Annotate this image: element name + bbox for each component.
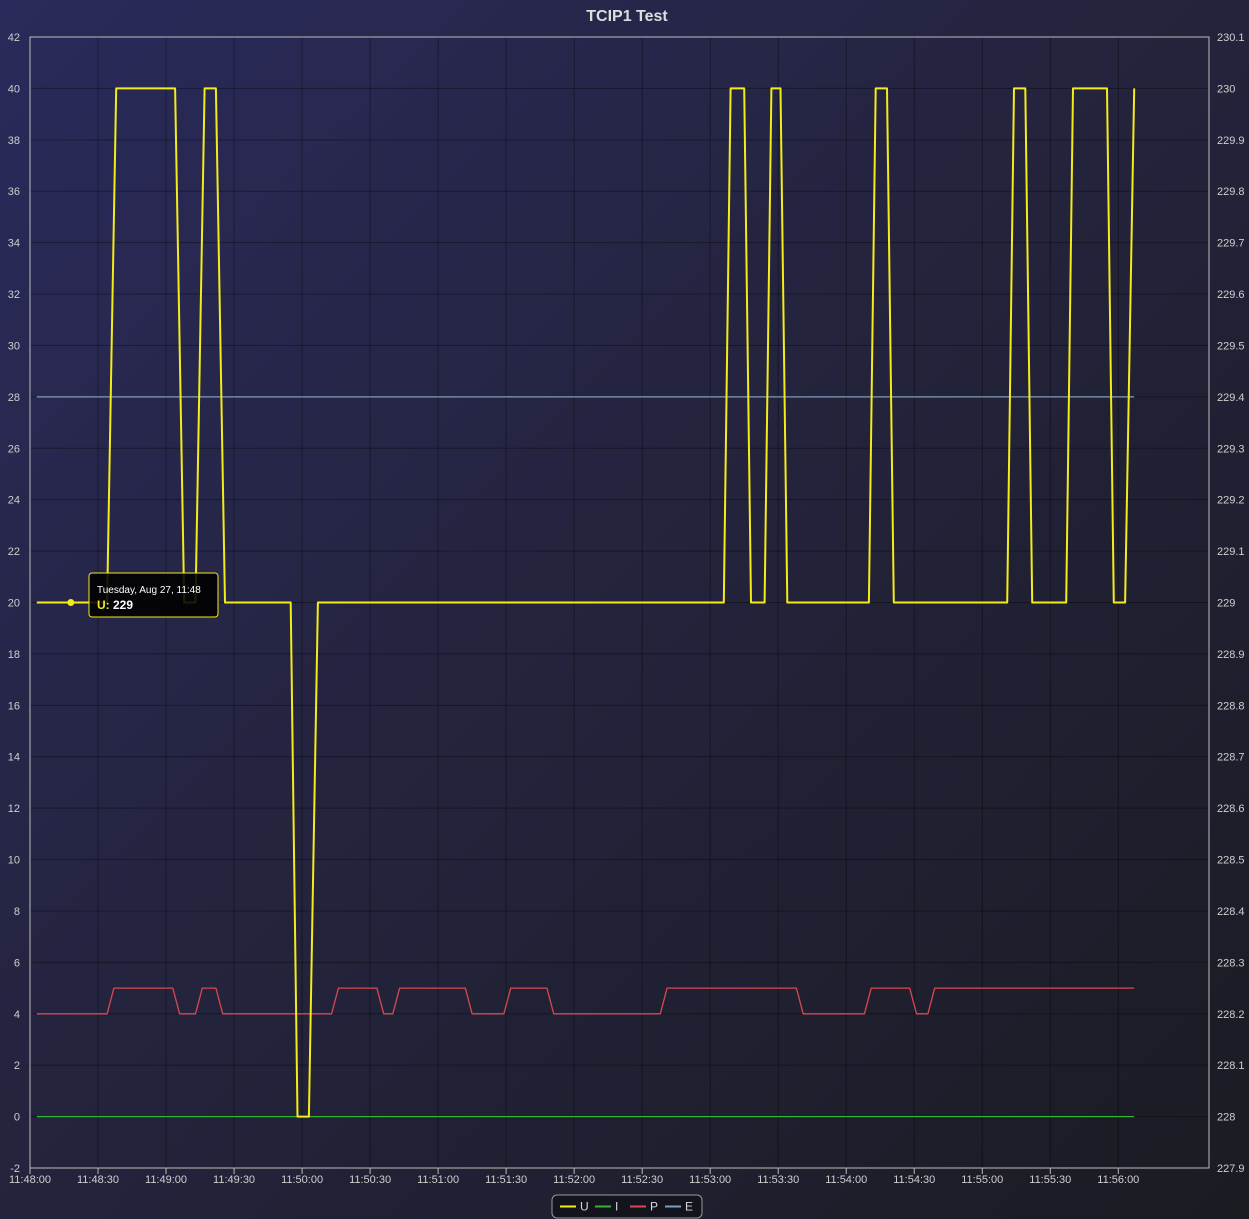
tooltip-series-value: U: 229: [97, 598, 133, 612]
x-tick-label: 11:51:00: [417, 1174, 459, 1186]
y-left-tick-label: 4: [14, 1009, 20, 1021]
legend-label: I: [615, 1200, 618, 1214]
y-right-tick-label: 229.4: [1217, 392, 1245, 404]
tooltip-date: Tuesday, Aug 27, 11:48: [97, 585, 201, 596]
y-right-tick-label: 229.2: [1217, 495, 1245, 507]
y-left-tick-label: 36: [8, 186, 20, 198]
y-left-tick-label: 30: [8, 340, 20, 352]
line-chart: TCIP1 Test -2024681012141618202224262830…: [8, 8, 1245, 1219]
y-right-tick-label: 229.3: [1217, 443, 1245, 455]
x-tick-label: 11:50:00: [281, 1174, 323, 1186]
y-right-tick-label: 229.8: [1217, 186, 1245, 198]
y-left-tick-label: 18: [8, 649, 20, 661]
y-left-tick-label: 22: [8, 546, 20, 558]
y-left-tick-label: 42: [8, 32, 20, 44]
x-tick-label: 11:53:30: [757, 1174, 799, 1186]
y-right-tick-label: 229.6: [1217, 289, 1245, 301]
legend-label: E: [685, 1200, 693, 1214]
y-left-tick-label: 34: [8, 238, 20, 250]
y-left-tick-label: 26: [8, 443, 20, 455]
x-tick-label: 11:48:30: [77, 1174, 119, 1186]
hover-point-marker[interactable]: [67, 599, 75, 606]
y-left-tick-label: 8: [14, 906, 20, 918]
y-left-tick-label: 0: [14, 1112, 20, 1124]
y-right-tick-label: 228.8: [1217, 700, 1245, 712]
tooltip: Tuesday, Aug 27, 11:48 U: 229: [67, 572, 219, 618]
y-right-tick-label: 227.9: [1217, 1163, 1245, 1175]
y-right-tick-label: 229.7: [1217, 238, 1245, 250]
x-tick-label: 11:55:30: [1029, 1174, 1071, 1186]
chart-title: TCIP1 Test: [586, 8, 668, 25]
y-right-tick-label: 230.1: [1217, 32, 1245, 44]
y-left-tick-label: 28: [8, 392, 20, 404]
legend-label: P: [650, 1200, 658, 1214]
y-left-tick-label: 20: [8, 598, 20, 610]
y-right-tick-label: 229.5: [1217, 340, 1245, 352]
y-right-tick-label: 229: [1217, 598, 1235, 610]
y-right-tick-label: 228.5: [1217, 855, 1245, 867]
y-right-tick-label: 229.9: [1217, 135, 1245, 147]
x-tick-label: 11:52:00: [553, 1174, 595, 1186]
y-left-tick-label: 12: [8, 803, 20, 815]
y-left-tick-label: 14: [8, 752, 20, 764]
y-right-tick-label: 228.3: [1217, 957, 1245, 969]
y-right-tick-label: 228.4: [1217, 906, 1245, 918]
y-left-tick-label: 24: [8, 495, 20, 507]
y-left-tick-label: 6: [14, 957, 20, 969]
x-tick-label: 11:50:30: [349, 1174, 391, 1186]
x-tick-label: 11:51:30: [485, 1174, 527, 1186]
x-tick-label: 11:49:30: [213, 1174, 255, 1186]
x-tick-label: 11:54:00: [825, 1174, 867, 1186]
x-tick-label: 11:53:00: [689, 1174, 731, 1186]
tooltip-value: 229: [113, 598, 133, 612]
legend[interactable]: UIPE: [551, 1194, 703, 1219]
x-tick-label: 11:55:00: [961, 1174, 1003, 1186]
x-tick-label: 11:54:30: [893, 1174, 935, 1186]
y-left-tick-label: 2: [14, 1060, 20, 1072]
x-tick-label: 11:48:00: [9, 1174, 51, 1186]
y-right-tick-label: 228.7: [1217, 752, 1245, 764]
x-tick-label: 11:52:30: [621, 1174, 663, 1186]
y-left-tick-label: 32: [8, 289, 20, 301]
y-right-tick-label: 228.6: [1217, 803, 1245, 815]
legend-label: U: [580, 1200, 589, 1214]
y-left-tick-label: 38: [8, 135, 20, 147]
x-tick-label: 11:56:00: [1097, 1174, 1139, 1186]
y-right-tick-label: 228.2: [1217, 1009, 1245, 1021]
x-tick-label: 11:49:00: [145, 1174, 187, 1186]
series-line-p: [36, 987, 1135, 1015]
y-left-tick-label: 16: [8, 700, 20, 712]
y-left-tick-label: 40: [8, 83, 20, 95]
y-right-tick-label: 228: [1217, 1112, 1235, 1124]
y-right-tick-label: 228.9: [1217, 649, 1245, 661]
y-right-tick-label: 230: [1217, 83, 1235, 95]
tooltip-series-name: U:: [97, 598, 113, 612]
y-right-tick-label: 229.1: [1217, 546, 1245, 558]
y-right-tick-label: 228.1: [1217, 1060, 1245, 1072]
y-left-tick-label: 10: [8, 855, 20, 867]
